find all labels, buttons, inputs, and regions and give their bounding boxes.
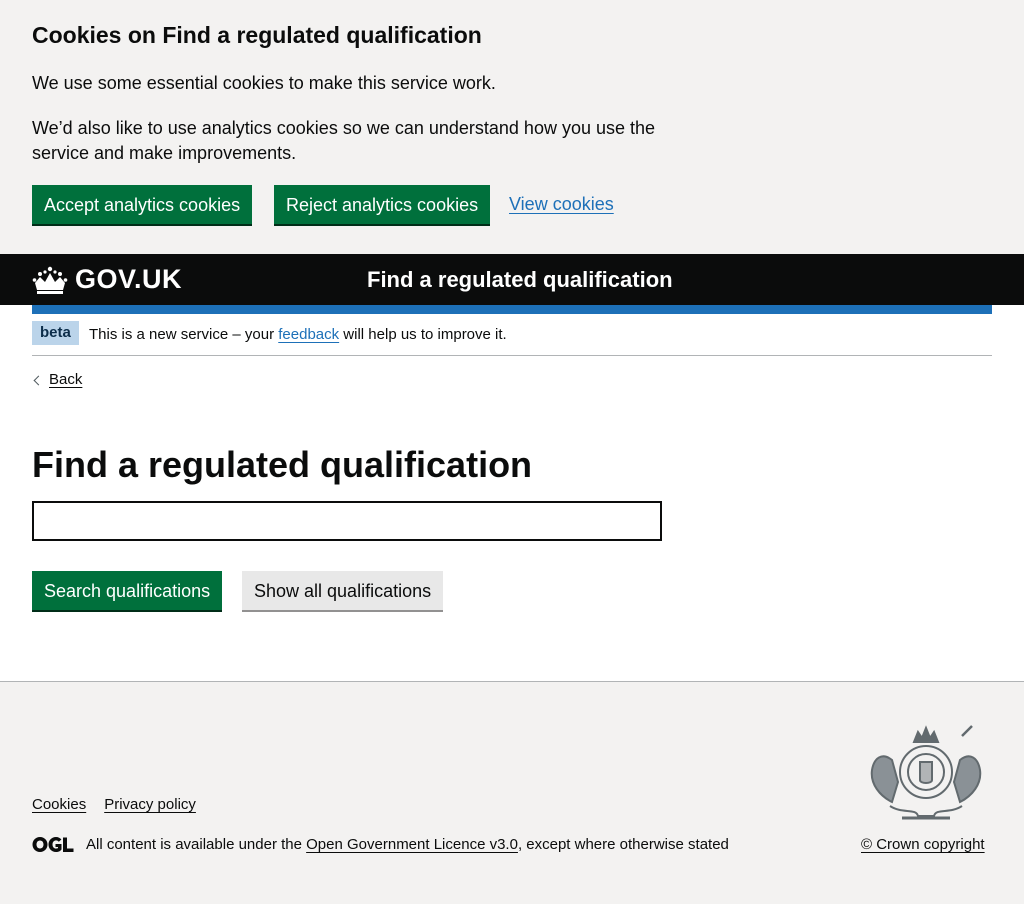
feedback-link[interactable]: feedback [278, 326, 339, 343]
phase-banner: beta This is a new service – your feedba… [32, 314, 992, 356]
crown-icon [32, 266, 68, 294]
licence-text-after: , except where otherwise stated [517, 836, 729, 853]
footer-links: Cookies Privacy policy [32, 795, 196, 815]
page-title: Find a regulated qualification [32, 444, 533, 485]
footer-link-privacy-policy[interactable]: Privacy policy [104, 795, 196, 815]
phase-banner-text: This is a new service – your feedback wi… [89, 325, 507, 345]
ogl-logo-icon [32, 837, 74, 852]
open-government-licence-link[interactable]: Open Government Licence v3.0 [306, 836, 518, 853]
accept-analytics-cookies-button[interactable]: Accept analytics cookies [32, 185, 253, 224]
chevron-left-icon [33, 375, 44, 385]
cookie-banner-heading: Cookies on Find a regulated qualificatio… [32, 22, 482, 48]
phase-text-after: will help us to improve it. [339, 326, 507, 343]
cookie-banner-text-analytics: We’d also like to use analytics cookies … [32, 118, 656, 163]
back-link[interactable]: Back [49, 370, 82, 390]
cookie-banner-text-essential: We use some essential cookies to make th… [32, 73, 496, 93]
search-input[interactable] [32, 501, 662, 541]
view-cookies-link[interactable]: View cookies [509, 192, 614, 217]
service-name-link[interactable]: Find a regulated qualification [367, 266, 673, 294]
phase-tag: beta [32, 321, 79, 345]
footer-link-cookies[interactable]: Cookies [32, 795, 86, 815]
back-link-container: Back [32, 370, 82, 390]
header-blue-stripe [32, 305, 992, 314]
reject-analytics-cookies-button[interactable]: Reject analytics cookies [274, 185, 491, 224]
royal-coat-of-arms-icon [870, 725, 982, 820]
licence-text-before: All content is available under the [86, 836, 307, 853]
footer: Cookies Privacy policy All content is av… [0, 681, 1024, 904]
show-all-qualifications-button[interactable]: Show all qualifications [242, 571, 444, 610]
govuk-logo-link[interactable]: GOV.UK [32, 264, 182, 295]
phase-text-before: This is a new service – your [89, 326, 279, 343]
licence-text: All content is available under the Open … [86, 835, 729, 855]
crown-copyright-link[interactable]: © Crown copyright [861, 835, 985, 855]
cookie-banner: Cookies on Find a regulated qualificatio… [0, 0, 1024, 254]
search-qualifications-button[interactable]: Search qualifications [32, 571, 223, 610]
govuk-logo-text: GOV.UK [75, 264, 183, 294]
